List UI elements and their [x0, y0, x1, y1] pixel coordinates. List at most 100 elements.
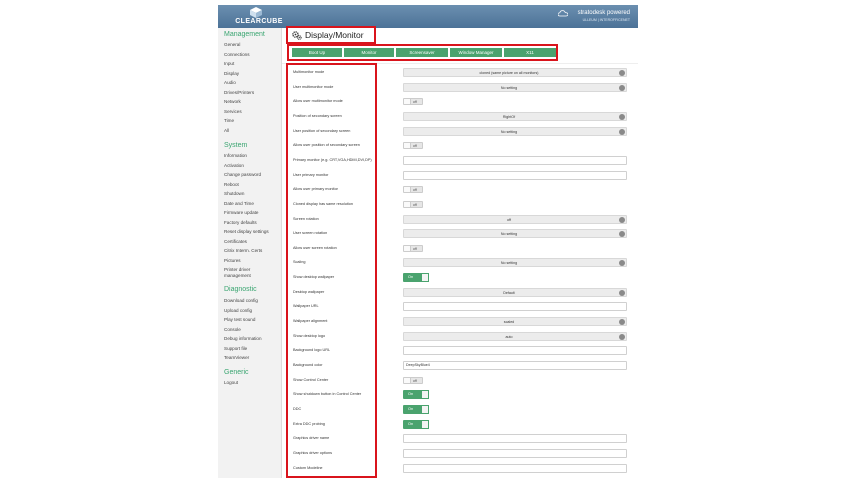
tab-monitor[interactable]: Monitor	[344, 48, 394, 57]
chevron-down-icon	[619, 260, 625, 272]
sidebar-item-time[interactable]: Time	[224, 118, 234, 123]
sidebar-item-reboot[interactable]: Reboot	[224, 182, 239, 187]
chevron-down-icon	[619, 113, 625, 126]
sidebar-item-support-file[interactable]: Support file	[224, 346, 247, 351]
toggle-state: off	[413, 144, 417, 149]
toggle-knob	[404, 187, 411, 193]
cloud-icon	[558, 10, 568, 17]
sidebar-item-shutdown[interactable]: Shutdown	[224, 191, 244, 196]
select-wallpaper-alignment[interactable]: scaled	[403, 317, 627, 331]
toggle-show-control-center[interactable]: off	[403, 376, 423, 384]
sidebar-item-reset-display-settings[interactable]: Reset display settings	[224, 229, 269, 234]
sidebar-item-connections[interactable]: Connections	[224, 52, 250, 57]
sidebar-item-factory-defaults[interactable]: Factory defaults	[224, 220, 257, 225]
sidebar-item-play-test-sound[interactable]: Play test sound	[224, 317, 255, 322]
tab-window-manager[interactable]: Window Manager	[450, 48, 502, 57]
sidebar-item-printer-driver[interactable]: Printer driver	[224, 267, 250, 272]
input-graphics-driver-options[interactable]	[403, 448, 627, 458]
select-value: No setting	[500, 129, 518, 134]
input-custom-modeline[interactable]	[403, 463, 627, 473]
stratodesk-brand: stratodesk powered ULLEUM | INTEROFFICEN…	[550, 10, 630, 24]
select-desktop-wallpaper[interactable]: Default	[403, 287, 627, 302]
toggle-knob	[404, 377, 411, 383]
select-user-screen-rotation[interactable]: No setting	[403, 229, 627, 243]
sidebar-item-general[interactable]: General	[224, 42, 240, 47]
sidebar: Management General Connections Input Display…	[218, 28, 282, 478]
sidebar-item-firmware-update[interactable]: Firmware update	[224, 210, 258, 215]
toggle-allow-user-screen-rotation[interactable]: off	[403, 244, 423, 252]
sidebar-item-drives-printers[interactable]: Drives/Printers	[224, 90, 254, 95]
sidebar-item-all[interactable]: All	[224, 128, 229, 133]
sidebar-item-services[interactable]: Services	[224, 109, 242, 114]
input-primary-monitor[interactable]	[403, 155, 627, 165]
sidebar-item-teamviewer[interactable]: TeamViewer	[224, 355, 249, 360]
gears-icon	[292, 31, 302, 40]
sidebar-item-download-config[interactable]: Download config	[224, 298, 258, 303]
toggle-allow-user-position-of-secondary-screen[interactable]: off	[403, 142, 423, 150]
label-allow-user-screen-rotation: Allow user screen rotation	[293, 245, 337, 250]
label-user-primary-monitor: User primary monitor	[293, 172, 329, 177]
toggle-show-shutdown-button-in-control-center[interactable]: On	[403, 390, 429, 400]
select-position-of-secondary-screen[interactable]: RightOf	[403, 111, 627, 126]
toggle-state: On	[408, 275, 414, 280]
sidebar-item-certificates[interactable]: Certificates	[224, 239, 247, 244]
sidebar-item-input[interactable]: Input	[224, 61, 234, 66]
sidebar-item-information[interactable]: Information	[224, 153, 247, 158]
select-user-multimonitor-mode[interactable]: No setting	[403, 82, 627, 97]
sidebar-item-upload-config[interactable]: Upload config	[224, 308, 252, 313]
label-primary-monitor: Primary monitor (e.g. CRT,VGA,HDMI,DVI,D…	[293, 157, 372, 162]
select-value: scaled	[503, 320, 515, 325]
select-scaling[interactable]: No setting	[403, 258, 627, 272]
select-multimonitor-mode[interactable]: cloned (same picture on all monitors)	[403, 68, 627, 82]
input-background-color[interactable]: DeepSkyBlue4	[403, 361, 627, 370]
select-user-position-of-secondary-screen[interactable]: No setting	[403, 126, 627, 140]
toggle-cloned-display-has-same-resolution[interactable]: off	[403, 200, 423, 208]
input-background-logo-url[interactable]	[403, 346, 627, 356]
sidebar-item-console[interactable]: Console	[224, 327, 241, 332]
toggle-ddc[interactable]: On	[403, 404, 429, 414]
select-screen-rotation[interactable]: off	[403, 214, 627, 228]
sidebar-item-display[interactable]: Display	[224, 71, 239, 76]
tab-screensaver[interactable]: Screensaver	[396, 48, 448, 57]
label-background-logo-url: Background logo URL	[293, 348, 331, 353]
tab-x11[interactable]: X11	[504, 48, 556, 57]
toggle-state: On	[408, 406, 414, 411]
cube-icon	[250, 7, 262, 18]
toggle-state: off	[413, 188, 417, 193]
label-desktop-wallpaper: Desktop wallpaper	[293, 289, 325, 294]
chevron-down-icon	[619, 70, 625, 82]
sidebar-item-activation[interactable]: Activation	[224, 163, 244, 168]
label-wallpaper-alignment: Wallpaper alignment	[293, 319, 328, 324]
logo-text: CLEARCUBE	[235, 18, 283, 25]
tab-boot-up[interactable]: Boot Up	[292, 48, 342, 57]
toggle-state: off	[413, 202, 417, 207]
toggle-allow-user-multimonitor-mode[interactable]: off	[403, 98, 423, 106]
sidebar-item-logout[interactable]: Logout	[224, 380, 238, 385]
toggle-show-desktop-wallpaper[interactable]: On	[403, 273, 429, 283]
app-window: CLEARCUBE stratodesk powered ULLEUM | IN…	[218, 5, 638, 478]
toggle-state: off	[413, 378, 417, 383]
label-allow-user-position-of-secondary-screen: Allow user position of secondary screen	[293, 143, 360, 148]
select-show-desktop-logo[interactable]: auto	[403, 331, 627, 346]
sidebar-item-audio[interactable]: Audio	[224, 80, 236, 85]
label-cloned-display-has-same-resolution: Cloned display has same resolution	[293, 201, 353, 206]
toggle-extra-ddc-probing[interactable]: On	[403, 419, 429, 429]
sidebar-item-pictures[interactable]: Pictures	[224, 258, 241, 263]
sidebar-item-date-and-time[interactable]: Date and Time	[224, 201, 254, 206]
sidebar-item-network[interactable]: Network	[224, 99, 241, 104]
chevron-down-icon	[619, 289, 625, 302]
select-value: RightOf	[502, 114, 516, 119]
toggle-allow-user-primary-monitor[interactable]: off	[403, 186, 423, 194]
select-value: auto	[505, 334, 513, 339]
sidebar-item-debug-information[interactable]: Debug information	[224, 336, 262, 341]
sidebar-section-management: Management	[224, 31, 265, 38]
input-graphics-driver-name[interactable]	[403, 434, 627, 444]
label-allow-user-primary-monitor: Allow user primary monitor	[293, 187, 338, 192]
label-wallpaper-url: Wallpaper URL	[293, 304, 319, 309]
sidebar-item-change-password[interactable]: Change password	[224, 172, 261, 177]
input-wallpaper-url[interactable]	[403, 302, 627, 312]
sidebar-item-management[interactable]: management	[224, 273, 251, 278]
sidebar-section-system: System	[224, 142, 248, 149]
input-user-primary-monitor[interactable]	[403, 170, 627, 180]
sidebar-item-citrix-interm-certs[interactable]: Citrix Interm. Certs	[224, 248, 262, 253]
